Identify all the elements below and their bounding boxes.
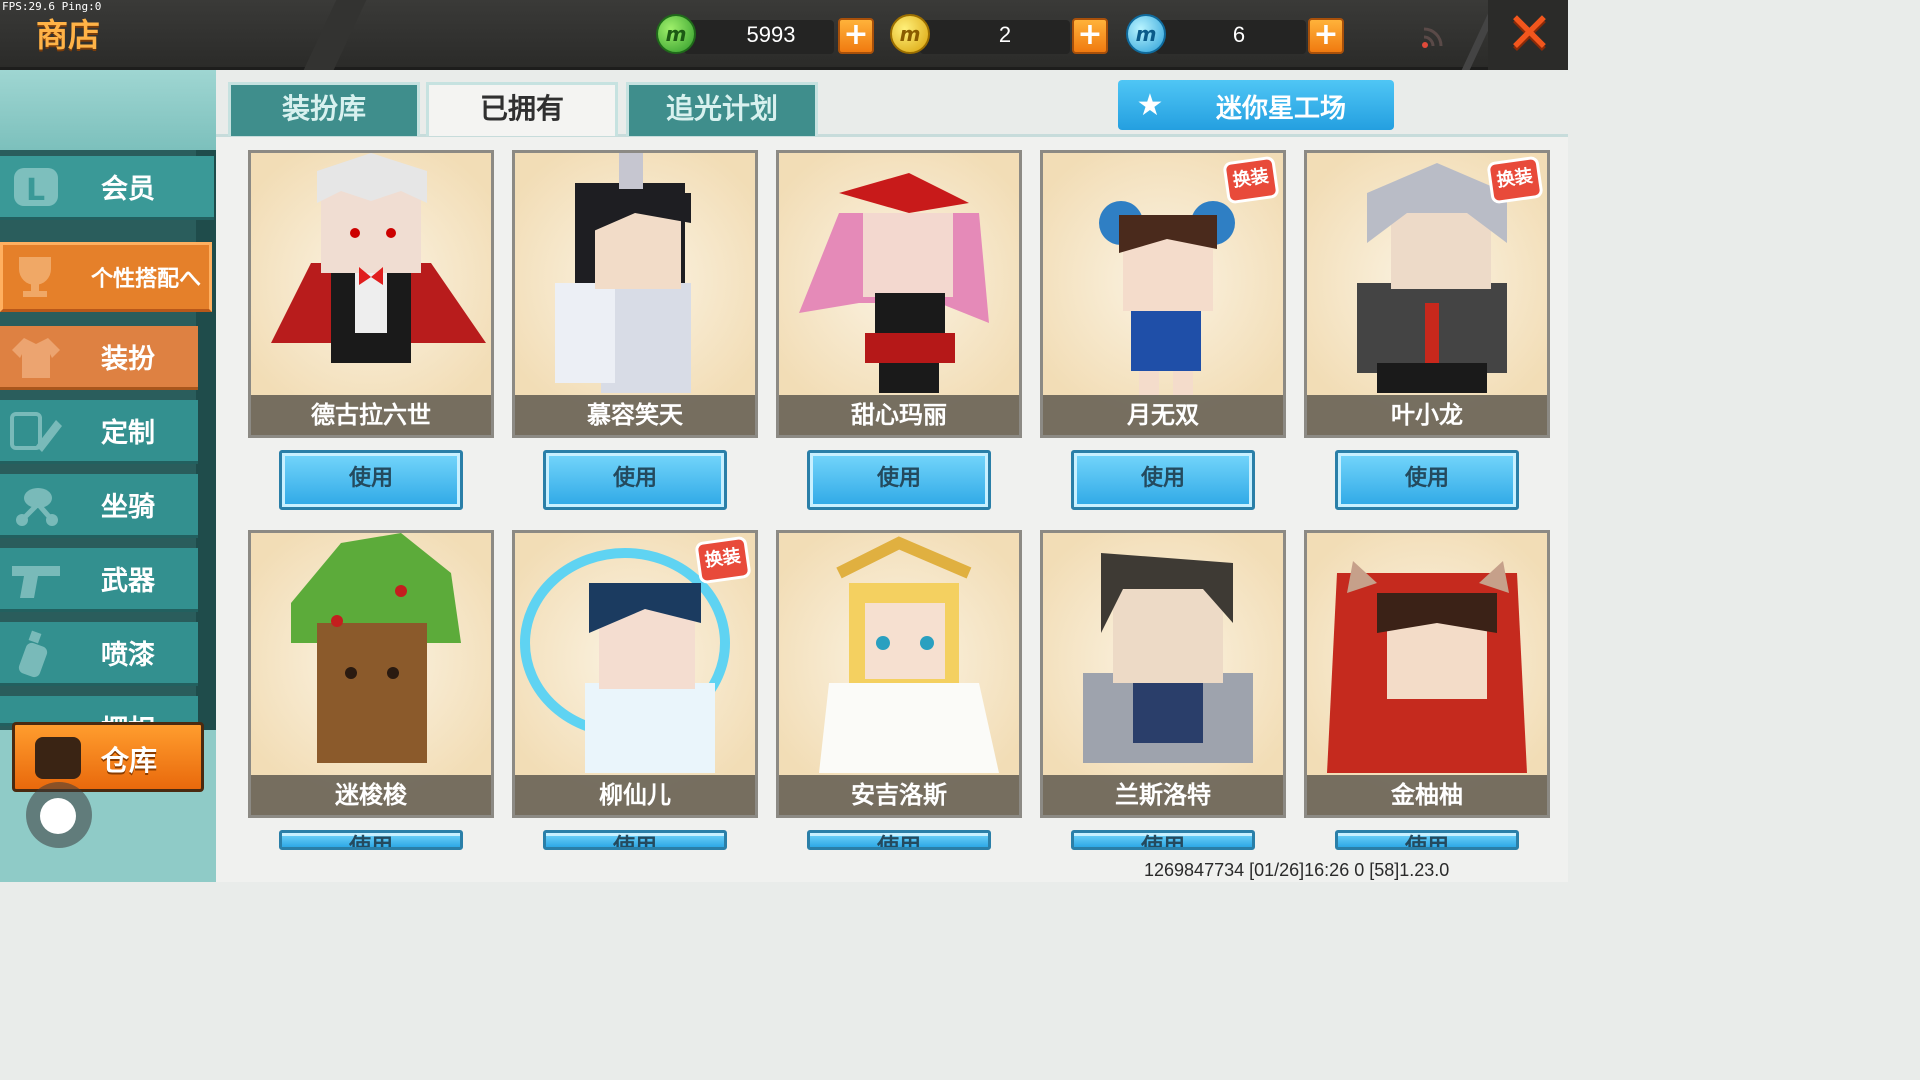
use-button[interactable]: 使用: [1071, 830, 1255, 850]
skin-name: 迷梭梭: [251, 775, 491, 815]
skin-name: 金柚柚: [1307, 775, 1547, 815]
murong-character-image: [555, 153, 691, 393]
sidebar-item-customize[interactable]: 定制: [0, 400, 198, 464]
sidebar-item-label: 个性搭配へ: [90, 267, 201, 292]
lancelot-character-image: [1083, 553, 1253, 763]
skin-card[interactable]: 德古拉六世: [248, 150, 494, 438]
sidebar-item-outfit[interactable]: 装扮: [0, 326, 198, 390]
sidebar-item-weapon[interactable]: 武器: [0, 548, 198, 612]
dracula-character-image: [271, 153, 486, 363]
skin-name: 安吉洛斯: [779, 775, 1019, 815]
add-mini-coin-button[interactable]: +: [1072, 18, 1108, 54]
skin-name: 月无双: [1043, 395, 1283, 435]
skin-card[interactable]: 安吉洛斯: [776, 530, 1022, 818]
skin-card[interactable]: 兰斯洛特: [1040, 530, 1286, 818]
use-button[interactable]: 使用: [807, 830, 991, 850]
use-button[interactable]: 使用: [279, 450, 463, 510]
use-button[interactable]: 使用: [543, 830, 727, 850]
currency-mini-bean: m 5993 +: [656, 14, 876, 58]
top-bar: FPS:29.6 Ping:0 商店 m 5993 + m 2 + m 6 + …: [0, 0, 1568, 70]
warehouse-button[interactable]: 仓库: [12, 722, 204, 792]
pistol-icon: [8, 554, 64, 604]
skin-name: 德古拉六世: [251, 395, 491, 435]
skin-name: 兰斯洛特: [1043, 775, 1283, 815]
shirt-icon: [8, 332, 64, 382]
close-button[interactable]: ✕: [1488, 0, 1568, 70]
skin-card[interactable]: 换装 柳仙儿: [512, 530, 758, 818]
add-mini-point-button[interactable]: +: [1308, 18, 1344, 54]
sidebar-item-label: 会员: [101, 174, 155, 205]
star-icon: ★: [1136, 87, 1164, 123]
mini-coin-count: 2: [998, 22, 1012, 47]
mini-workshop-button[interactable]: ★ 迷你星工场: [1118, 80, 1394, 130]
skin-card[interactable]: 换装 叶小龙: [1304, 150, 1550, 438]
skin-name: 慕容笑天: [515, 395, 755, 435]
build-info: 1269847734 [01/26]16:26 0 [58]1.23.0: [1144, 860, 1450, 880]
trophy-icon: [7, 251, 63, 301]
sidebar-header: [0, 70, 216, 150]
skin-card[interactable]: 甜心玛丽: [776, 150, 1022, 438]
change-outfit-badge: 换装: [1222, 155, 1280, 205]
skin-card[interactable]: 迷梭梭: [248, 530, 494, 818]
add-mini-bean-button[interactable]: +: [838, 18, 874, 54]
sidebar-item-spray[interactable]: 喷漆: [0, 622, 198, 686]
pencil-icon: [8, 406, 64, 456]
skin-name: 柳仙儿: [515, 775, 755, 815]
sidebar-item-label: 喷漆: [101, 640, 155, 671]
signal-icon: [1422, 27, 1443, 48]
use-button[interactable]: 使用: [1335, 450, 1519, 510]
mini-point-count: 6: [1232, 22, 1246, 47]
close-icon: ✕: [1506, 1, 1553, 66]
sweetheart-mary-character-image: [799, 173, 989, 393]
sidebar-item-label: 武器: [101, 566, 155, 597]
use-button[interactable]: 使用: [1071, 450, 1255, 510]
jin-youyou-character-image: [1327, 561, 1527, 773]
svg-text:L: L: [26, 173, 45, 208]
sidebar-item-member[interactable]: L 会员: [0, 156, 214, 220]
workshop-label: 迷你星工场: [1216, 94, 1347, 124]
tab-chase-light-plan[interactable]: 追光计划: [626, 82, 818, 136]
angelos-character-image: [819, 536, 999, 773]
mi-suosuo-character-image: [291, 533, 461, 763]
mini-bean-count: 5993: [746, 22, 796, 47]
mini-point-icon: m: [1126, 14, 1166, 54]
spray-can-icon: [8, 628, 64, 678]
chest-icon: [35, 737, 81, 779]
sidebar-item-label: 坐骑: [101, 492, 155, 523]
vip-icon: L: [8, 162, 64, 212]
skin-card[interactable]: 金柚柚: [1304, 530, 1550, 818]
tab-outfit-library[interactable]: 装扮库: [228, 82, 420, 136]
assist-dot-icon: [40, 798, 76, 834]
sidebar-item-personal[interactable]: 个性搭配へ: [0, 242, 212, 312]
use-button[interactable]: 使用: [279, 830, 463, 850]
warehouse-label: 仓库: [101, 744, 158, 777]
use-button[interactable]: 使用: [543, 450, 727, 510]
mini-bean-icon: m: [656, 14, 696, 54]
sidebar-item-mount[interactable]: 坐骑: [0, 474, 198, 538]
skin-card[interactable]: 换装 月无双: [1040, 150, 1286, 438]
change-outfit-badge: 换装: [694, 535, 752, 585]
use-button[interactable]: 使用: [807, 450, 991, 510]
tab-owned[interactable]: 已拥有: [426, 82, 618, 136]
currency-mini-coin: m 2 +: [890, 14, 1112, 58]
page-title: 商店: [36, 16, 101, 54]
currency-mini-point: m 6 +: [1126, 14, 1348, 58]
mini-coin-icon: m: [890, 14, 930, 54]
sidebar-item-label: 定制: [101, 418, 155, 449]
skin-card[interactable]: 慕容笑天: [512, 150, 758, 438]
floating-assist-button[interactable]: [26, 782, 92, 848]
skin-name: 甜心玛丽: [779, 395, 1019, 435]
mount-icon: [8, 480, 64, 530]
change-outfit-badge: 换装: [1486, 155, 1544, 205]
sidebar-item-label: 装扮: [101, 344, 155, 375]
skin-name: 叶小龙: [1307, 395, 1547, 435]
decor-stripe: [303, 0, 367, 70]
use-button[interactable]: 使用: [1335, 830, 1519, 850]
